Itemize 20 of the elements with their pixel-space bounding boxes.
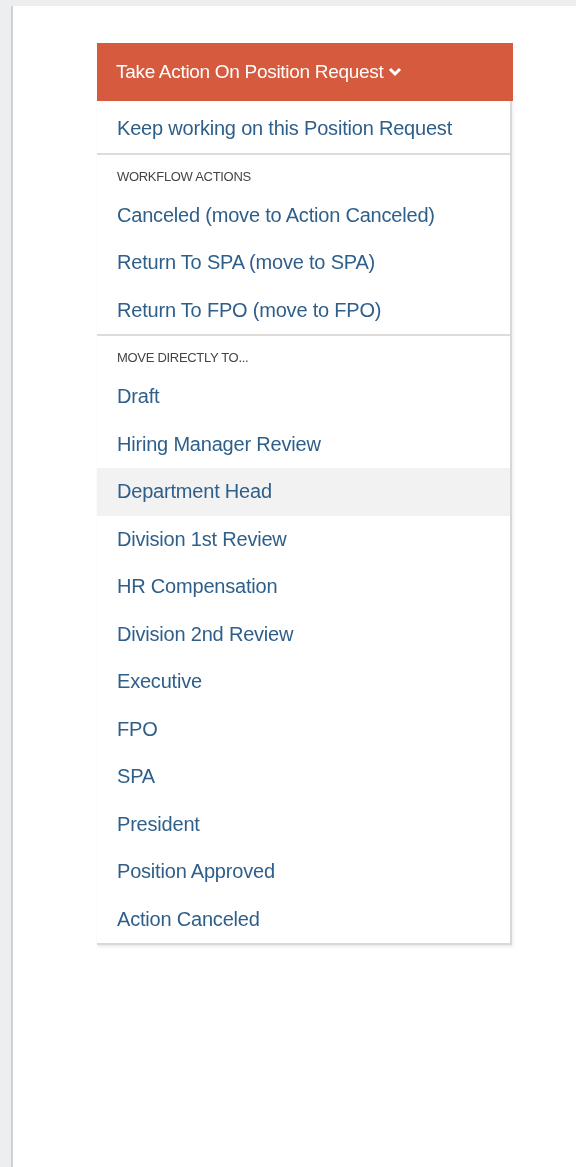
menu-item[interactable]: Executive: [97, 658, 510, 706]
menu-item[interactable]: Hiring Manager Review: [97, 420, 510, 468]
menu-item[interactable]: Division 2nd Review: [97, 610, 510, 658]
menu-section-header: WORKFLOW ACTIONS: [116, 167, 252, 186]
menu-item[interactable]: Return To FPO (move to FPO): [97, 286, 510, 334]
menu-item[interactable]: Position Approved: [97, 848, 510, 896]
menu-item[interactable]: Action Canceled: [97, 895, 510, 943]
menu-item[interactable]: Division 1st Review: [97, 515, 510, 563]
menu-section-header: MOVE DIRECTLY TO...: [116, 349, 250, 367]
chevron-icon: [388, 67, 403, 77]
menu-item[interactable]: Return To SPA (move to SPA): [97, 239, 510, 287]
menu-item[interactable]: Department Head: [97, 468, 510, 516]
menu-item[interactable]: Draft: [97, 373, 510, 421]
take-action-button[interactable]: Take Action On Position Request: [97, 43, 513, 101]
menu-item[interactable]: President: [97, 800, 510, 848]
menu-item[interactable]: SPA: [97, 753, 510, 801]
menu-item[interactable]: HR Compensation: [97, 563, 510, 611]
menu-item[interactable]: Keep working on this Position Request: [97, 105, 510, 153]
menu-item[interactable]: Canceled (move to Action Canceled): [97, 191, 510, 239]
menu-item[interactable]: FPO: [97, 705, 510, 753]
